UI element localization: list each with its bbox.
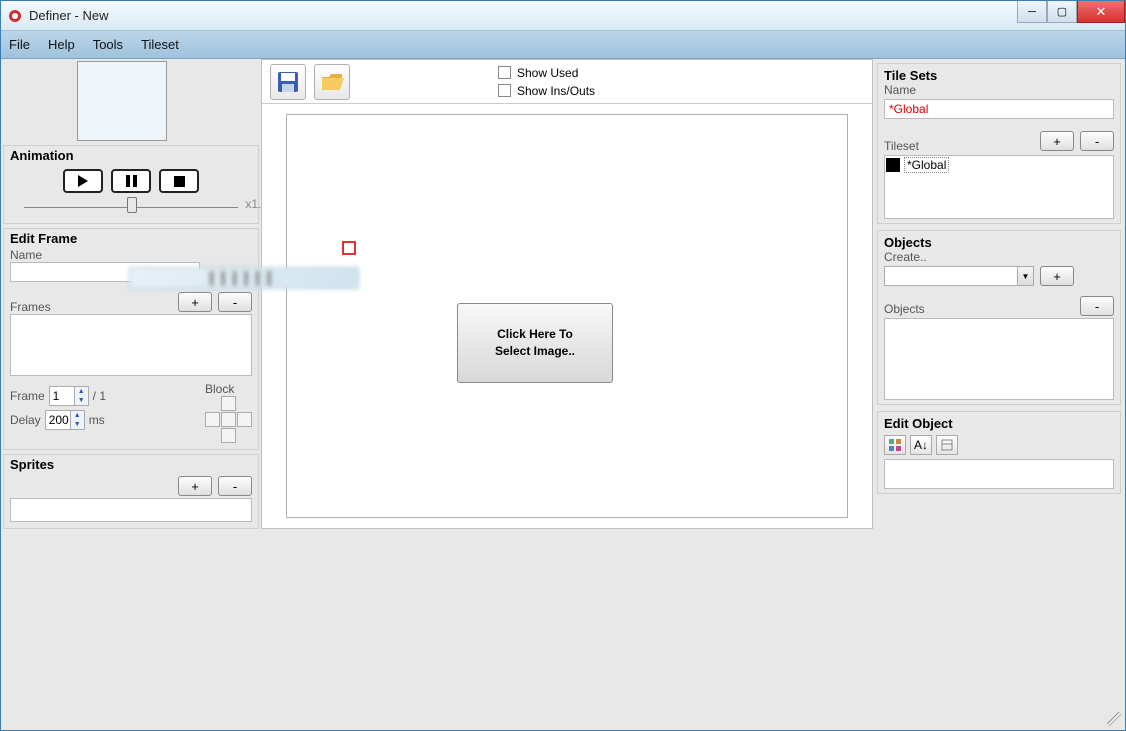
frame-total: / 1: [93, 389, 106, 403]
menu-tools[interactable]: Tools: [93, 37, 123, 52]
editobject-group: Edit Object A↓: [877, 411, 1121, 494]
categorized-icon: [888, 438, 902, 452]
close-button[interactable]: ✕: [1077, 1, 1125, 23]
frames-remove-button[interactable]: -: [218, 292, 252, 312]
pause-icon: [126, 175, 137, 187]
create-select[interactable]: ▼: [884, 266, 1034, 286]
tilesets-title: Tile Sets: [884, 68, 1114, 83]
center-toolbar: Show Used Show Ins/Outs: [262, 60, 872, 104]
select-image-button[interactable]: Click Here ToSelect Image..: [457, 303, 613, 383]
open-button[interactable]: [314, 64, 350, 100]
object-add-button[interactable]: +: [1040, 266, 1074, 286]
frames-list[interactable]: [10, 314, 252, 376]
tileset-item-global[interactable]: *Global: [885, 156, 1113, 174]
center-panel: Show Used Show Ins/Outs Click Here ToSel…: [261, 59, 873, 529]
tileset-name-input[interactable]: [884, 99, 1114, 119]
sprites-add-button[interactable]: +: [178, 476, 212, 496]
frame-spinner[interactable]: 1▲▼: [49, 386, 89, 406]
sprites-group: Sprites + -: [3, 454, 259, 529]
save-icon: [276, 70, 300, 94]
delay-spinner[interactable]: 200▲▼: [45, 410, 85, 430]
minimize-button[interactable]: ─: [1017, 1, 1047, 23]
frame-label: Frame: [10, 389, 45, 403]
frames-add-button[interactable]: +: [178, 292, 212, 312]
editobject-title: Edit Object: [884, 416, 1114, 431]
app-window: Definer - New ─ ▢ ✕ File Help Tools Tile…: [0, 0, 1126, 731]
stop-icon: [174, 176, 185, 187]
menu-help[interactable]: Help: [48, 37, 75, 52]
chevron-down-icon: ▼: [1017, 267, 1033, 285]
selection-marker[interactable]: [342, 241, 356, 255]
objects-title: Objects: [884, 235, 1114, 250]
sprites-list[interactable]: [10, 498, 252, 522]
editframe-group: Edit Frame Name Frames + - Frame 1▲▼: [3, 228, 259, 450]
tileset-list[interactable]: *Global: [884, 155, 1114, 219]
block-label: Block: [205, 382, 252, 396]
folder-open-icon: [320, 70, 344, 94]
animation-title: Animation: [10, 148, 252, 163]
delay-unit: ms: [89, 413, 105, 427]
tileset-remove-button[interactable]: -: [1080, 131, 1114, 151]
editframe-title: Edit Frame: [10, 231, 252, 246]
objects-list[interactable]: [884, 318, 1114, 400]
menu-file[interactable]: File: [9, 37, 30, 52]
property-pages-icon: [940, 438, 954, 452]
show-insouts-checkbox[interactable]: Show Ins/Outs: [498, 84, 595, 98]
pause-button[interactable]: [111, 169, 151, 193]
sort-az-icon: A↓: [914, 438, 928, 452]
resize-grip[interactable]: [1107, 712, 1121, 726]
tileset-swatch: [886, 158, 900, 172]
prop-sort-button[interactable]: A↓: [910, 435, 932, 455]
objects-list-label: Objects: [884, 302, 1080, 316]
play-button[interactable]: [63, 169, 103, 193]
sprites-title: Sprites: [10, 457, 252, 472]
left-panel: Animation x1.0 Edit Frame Name Frames: [1, 59, 261, 529]
speed-label: x1.0: [245, 197, 261, 211]
tileset-list-label: Tileset: [884, 139, 1040, 153]
show-used-checkbox[interactable]: Show Used: [498, 66, 595, 80]
prop-categorized-button[interactable]: [884, 435, 906, 455]
menubar: File Help Tools Tileset: [1, 31, 1125, 59]
property-grid[interactable]: [884, 459, 1114, 489]
app-icon: [7, 8, 23, 24]
save-button[interactable]: [270, 64, 306, 100]
prop-pages-button[interactable]: [936, 435, 958, 455]
window-title: Definer - New: [29, 8, 1017, 23]
preview-box[interactable]: [77, 61, 167, 141]
name-label: Name: [10, 248, 252, 262]
block-grid[interactable]: [205, 396, 252, 443]
create-label: Create..: [884, 250, 1114, 264]
object-remove-button[interactable]: -: [1080, 296, 1114, 316]
stop-button[interactable]: [159, 169, 199, 193]
sprites-remove-button[interactable]: -: [218, 476, 252, 496]
play-icon: [78, 175, 88, 187]
tileset-name-label: Name: [884, 83, 1114, 97]
obscured-overlay: ▌▌▌▌▌▌: [129, 267, 359, 289]
slider-thumb[interactable]: [127, 197, 137, 213]
titlebar[interactable]: Definer - New ─ ▢ ✕: [1, 1, 1125, 31]
maximize-button[interactable]: ▢: [1047, 1, 1077, 23]
speed-slider[interactable]: x1.0: [24, 197, 238, 217]
objects-group: Objects Create.. ▼ + Objects -: [877, 230, 1121, 405]
window-buttons: ─ ▢ ✕: [1017, 1, 1125, 30]
client-area: ▌▌▌▌▌▌ Animation x1.0 Edit Frame N: [1, 59, 1125, 730]
frames-label: Frames: [10, 300, 178, 314]
menu-tileset[interactable]: Tileset: [141, 37, 179, 52]
animation-group: Animation x1.0: [3, 145, 259, 224]
canvas-area[interactable]: Click Here ToSelect Image..: [286, 114, 848, 518]
delay-label: Delay: [10, 413, 41, 427]
tileset-add-button[interactable]: +: [1040, 131, 1074, 151]
tilesets-group: Tile Sets Name Tileset + - *Global: [877, 63, 1121, 224]
right-panel: Tile Sets Name Tileset + - *Global: [873, 59, 1125, 529]
